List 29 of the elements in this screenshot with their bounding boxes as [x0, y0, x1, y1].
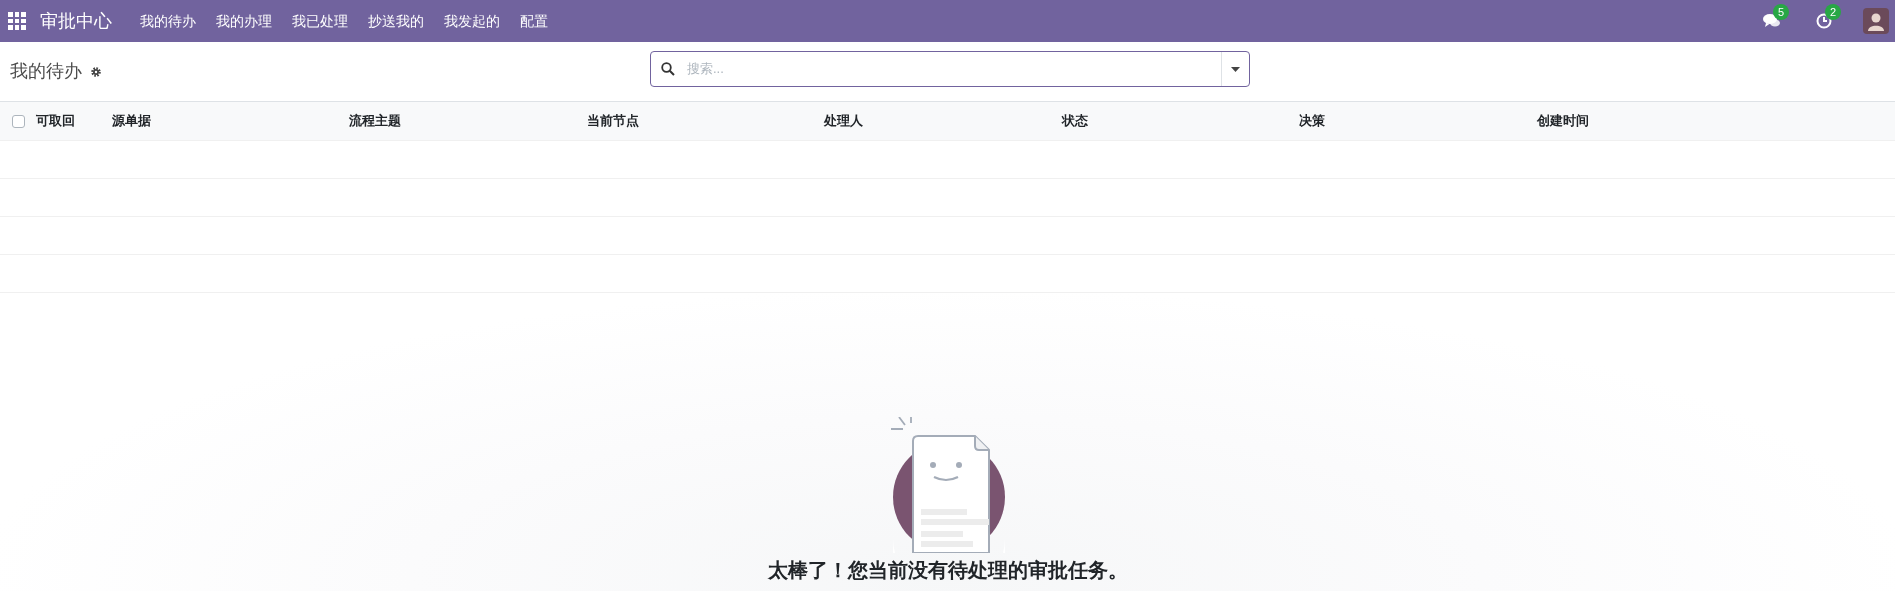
apps-menu-icon[interactable]	[8, 12, 26, 30]
count-badge: 5	[1773, 4, 1789, 20]
column-header[interactable]: 处理人	[824, 113, 863, 129]
search-field[interactable]: 搜索...	[687, 59, 1221, 79]
column-header[interactable]: 状态	[1062, 113, 1088, 129]
column-header[interactable]: 创建时间	[1537, 113, 1589, 129]
menu-item[interactable]: 配置	[510, 10, 558, 32]
person-silhouette-icon	[1866, 11, 1886, 31]
column-header[interactable]: 流程主题	[349, 113, 401, 129]
column-header[interactable]: 当前节点	[587, 113, 639, 129]
user-avatar[interactable]	[1863, 8, 1889, 34]
clock-icon	[1816, 13, 1832, 29]
settings-icon[interactable]	[90, 65, 102, 78]
menu-item[interactable]: 我的办理	[206, 10, 282, 32]
app-title[interactable]: 审批中心	[40, 7, 112, 35]
search-bar[interactable]: 搜索...	[650, 51, 1250, 87]
empty-state-message: 太棒了！您当前没有待处理的审批任务。	[767, 558, 1128, 583]
menu-item[interactable]: 我发起的	[434, 10, 510, 32]
column-header[interactable]: 可取回	[36, 113, 75, 129]
column-header[interactable]: 决策	[1299, 113, 1325, 129]
caret-icon	[1231, 66, 1240, 72]
column-header[interactable]: 源单据	[112, 113, 151, 129]
menu-item[interactable]: 抄送我的	[358, 10, 434, 32]
menu-item[interactable]: 我的待办	[130, 10, 206, 32]
search-icon	[661, 62, 675, 76]
count-badge: 2	[1825, 4, 1841, 20]
menu-item[interactable]: 我已处理	[282, 10, 358, 32]
select-all-checkbox[interactable]	[11, 114, 25, 128]
page-title: 我的待办	[10, 60, 82, 83]
